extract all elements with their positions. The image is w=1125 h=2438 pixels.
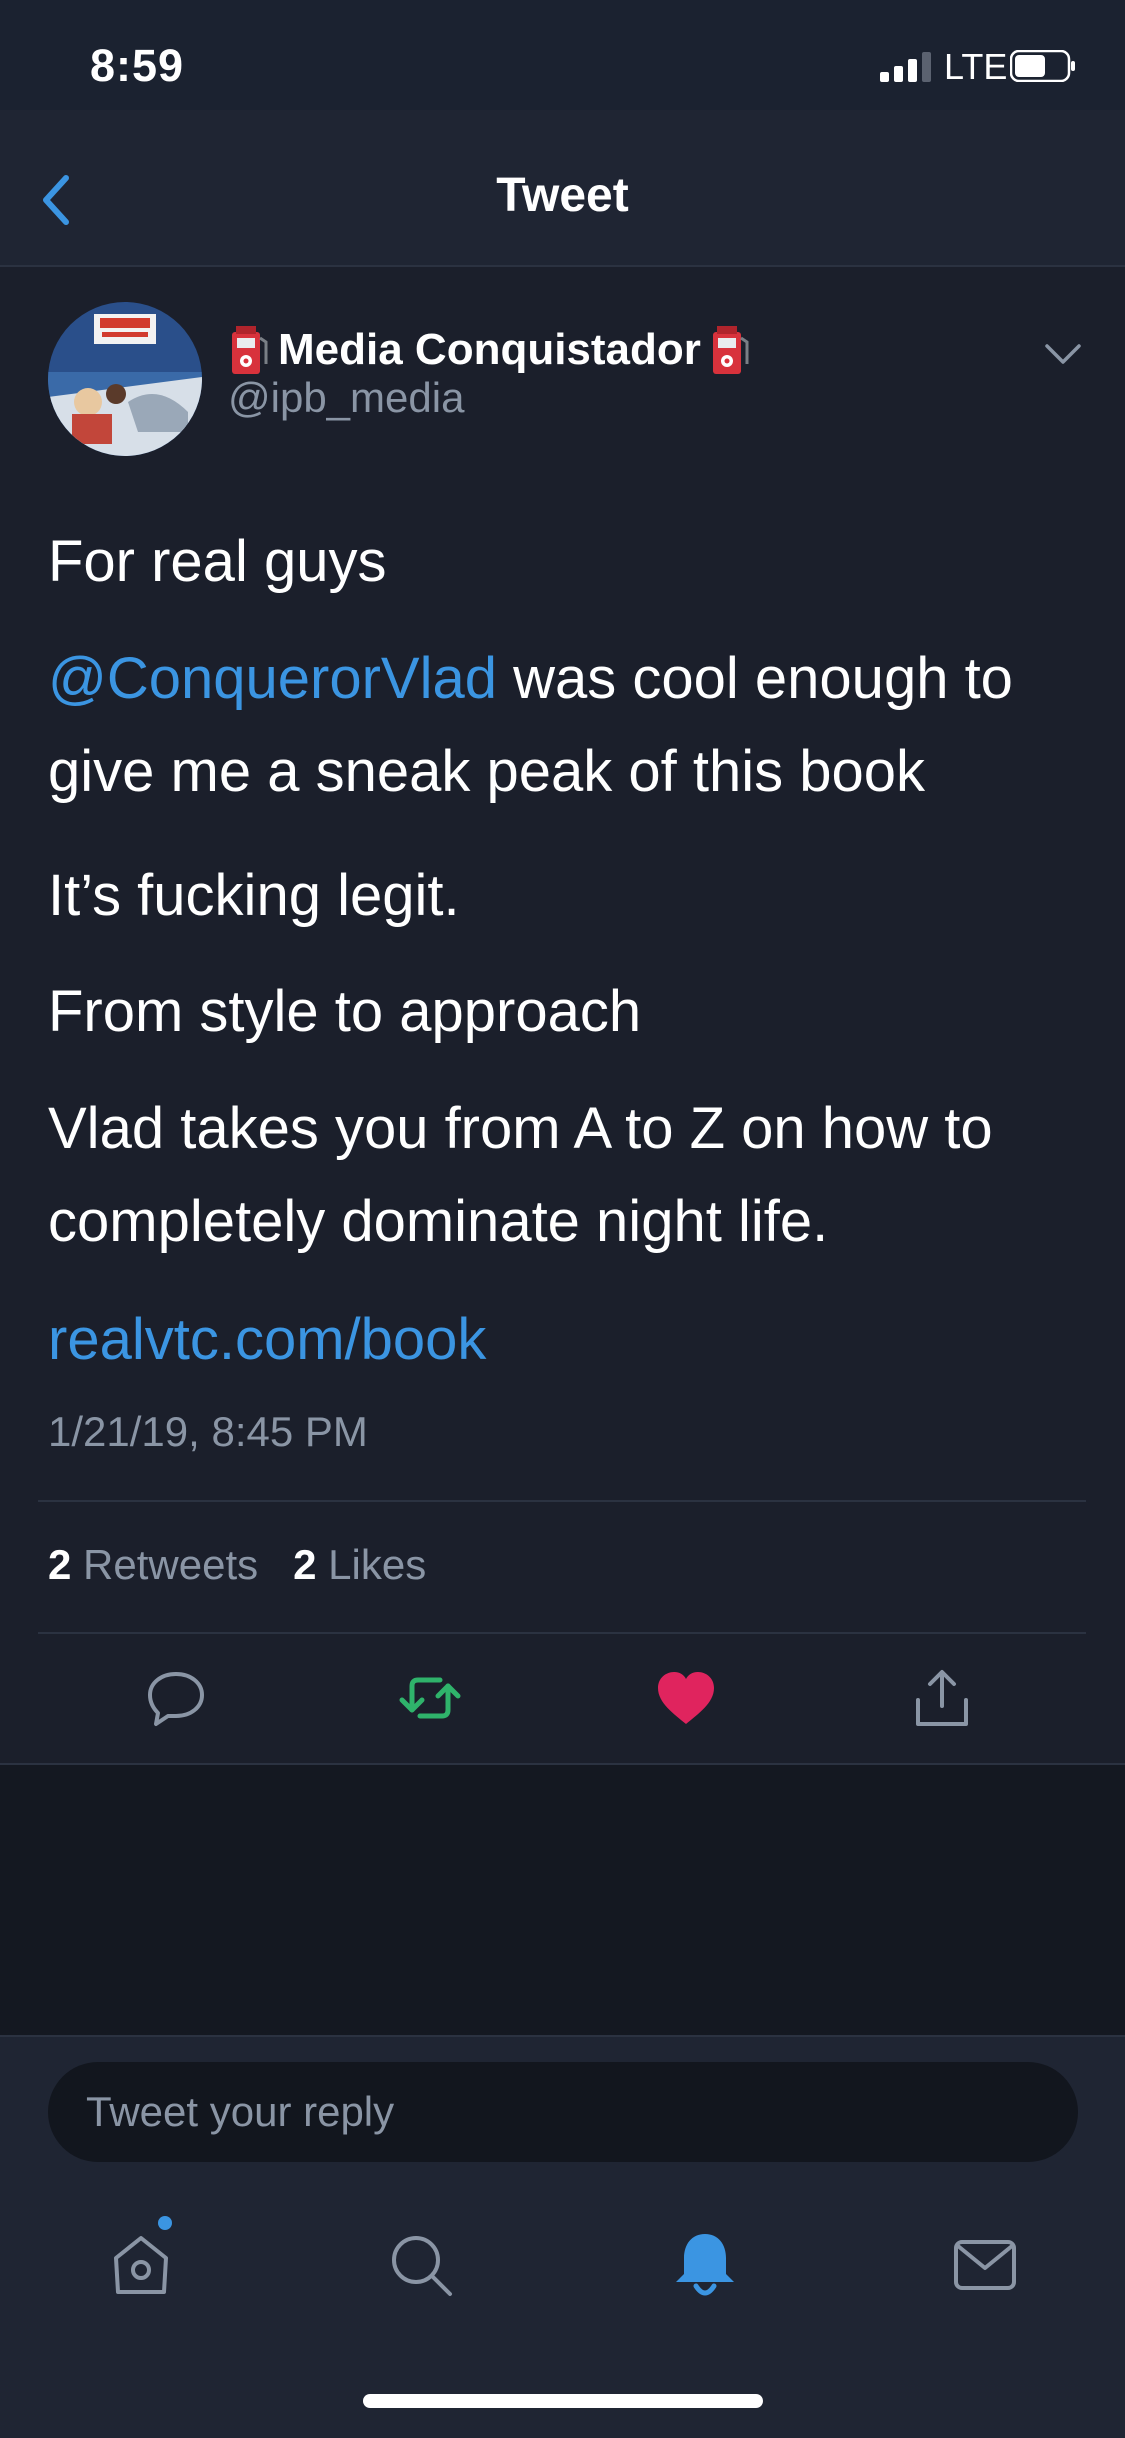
tweet-text-segment: was cool enough to [497, 646, 1013, 711]
tweet-text-line: It’s fucking legit. [48, 863, 460, 928]
divider [38, 1500, 1086, 1502]
retweets-stat[interactable]: 2 Retweets [48, 1541, 258, 1588]
tweet-text-line: From style to approach [48, 979, 642, 1044]
retweet-icon[interactable] [398, 1666, 462, 1730]
like-heart-icon[interactable] [654, 1666, 718, 1730]
tweet-text-line: completely dominate night life. [48, 1189, 829, 1254]
tweet-text-line: Vlad takes you from A to Z on how to [48, 1096, 993, 1161]
share-icon[interactable] [910, 1666, 974, 1730]
reply-icon[interactable] [144, 1666, 208, 1730]
tweet-stats: 2 Retweets 2 Likes [48, 1541, 426, 1589]
likes-stat[interactable]: 2 Likes [293, 1541, 426, 1588]
fuel-pump-emoji-icon [232, 326, 268, 374]
tweet-timestamp: 1/21/19, 8:45 PM [48, 1408, 368, 1455]
tweet-text-line: @ConquerorVlad was cool enough to [48, 645, 1013, 712]
page-title: Tweet [496, 169, 629, 222]
notification-dot [158, 2216, 172, 2230]
like-label: Likes [328, 1541, 427, 1588]
retweet-count: 2 [48, 1541, 72, 1588]
battery-icon [1010, 50, 1075, 82]
mention-link[interactable]: @ConquerorVlad [48, 646, 497, 711]
cellular-signal-icon [880, 52, 931, 82]
tweet-url-link[interactable]: realvtc.com/book [48, 1306, 486, 1373]
messages-mail-icon[interactable] [950, 2230, 1020, 2300]
chevron-down-icon[interactable] [1043, 340, 1083, 368]
fuel-pump-emoji-icon [712, 326, 749, 374]
author-display-name[interactable]: Media Conquistador [228, 320, 751, 380]
reply-input[interactable] [48, 2062, 1078, 2162]
divider [38, 1632, 1086, 1634]
author-avatar[interactable] [48, 302, 202, 456]
home-icon[interactable] [106, 2230, 176, 2300]
network-type: LTE [944, 46, 1008, 87]
tweet-text-line: For real guys [48, 529, 387, 594]
notifications-bell-icon[interactable] [670, 2230, 740, 2300]
search-icon[interactable] [386, 2230, 456, 2300]
home-indicator[interactable] [363, 2394, 763, 2408]
status-time: 8:59 [90, 40, 185, 91]
like-count: 2 [293, 1541, 317, 1588]
empty-area [0, 1765, 1125, 2035]
author-handle[interactable]: @ipb_media [228, 374, 464, 422]
retweet-label: Retweets [83, 1541, 259, 1588]
author-name-text: Media Conquistador [278, 325, 701, 374]
tweet-text-line: give me a sneak peak of this book [48, 739, 925, 804]
